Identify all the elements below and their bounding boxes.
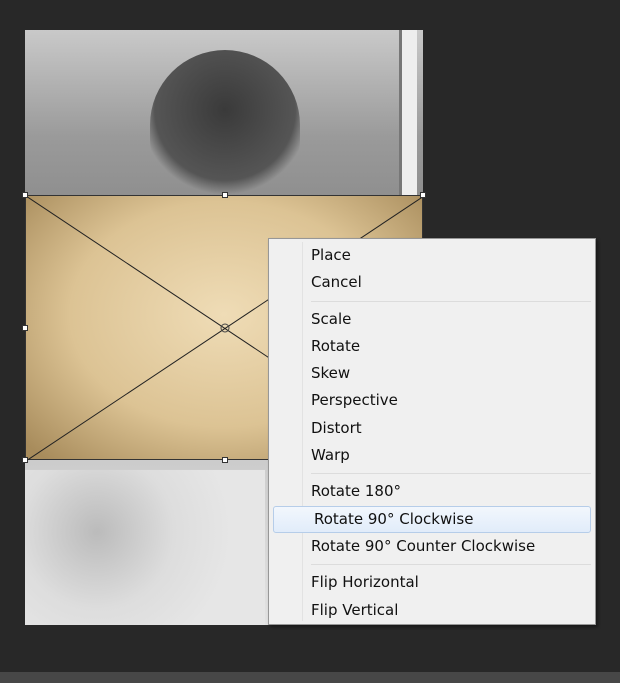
menu-item-flip-horizontal[interactable]: Flip Horizontal <box>271 569 593 596</box>
photo-window <box>399 30 417 200</box>
menu-item-flip-vertical[interactable]: Flip Vertical <box>271 597 593 624</box>
menu-item-rotate-90-counter-clockwise[interactable]: Rotate 90° Counter Clockwise <box>271 533 593 560</box>
menu-item-warp[interactable]: Warp <box>271 442 593 469</box>
menu-item-scale[interactable]: Scale <box>271 306 593 333</box>
transform-handle[interactable] <box>22 192 28 198</box>
transform-handle[interactable] <box>22 457 28 463</box>
photo-foliage <box>25 470 265 625</box>
transform-handle[interactable] <box>222 192 228 198</box>
menu-item-rotate-180[interactable]: Rotate 180° <box>271 478 593 505</box>
menu-item-distort[interactable]: Distort <box>271 415 593 442</box>
menu-separator <box>311 300 591 302</box>
menu-item-rotate[interactable]: Rotate <box>271 333 593 360</box>
menu-item-rotate-90-clockwise[interactable]: Rotate 90° Clockwise <box>273 505 591 533</box>
menu-item-place[interactable]: Place <box>271 242 593 269</box>
menu-item-perspective[interactable]: Perspective <box>271 387 593 414</box>
menu-separator <box>311 564 591 566</box>
status-bar <box>0 672 620 683</box>
transform-handle[interactable] <box>22 325 28 331</box>
transform-handle[interactable] <box>420 192 426 198</box>
photo-subject <box>150 50 300 200</box>
menu-item-skew[interactable]: Skew <box>271 360 593 387</box>
menu-item-cancel[interactable]: Cancel <box>271 269 593 296</box>
transform-context-menu: Place Cancel Scale Rotate Skew Perspective Dis… <box>268 238 596 625</box>
transform-handle[interactable] <box>222 457 228 463</box>
menu-separator <box>311 473 591 475</box>
